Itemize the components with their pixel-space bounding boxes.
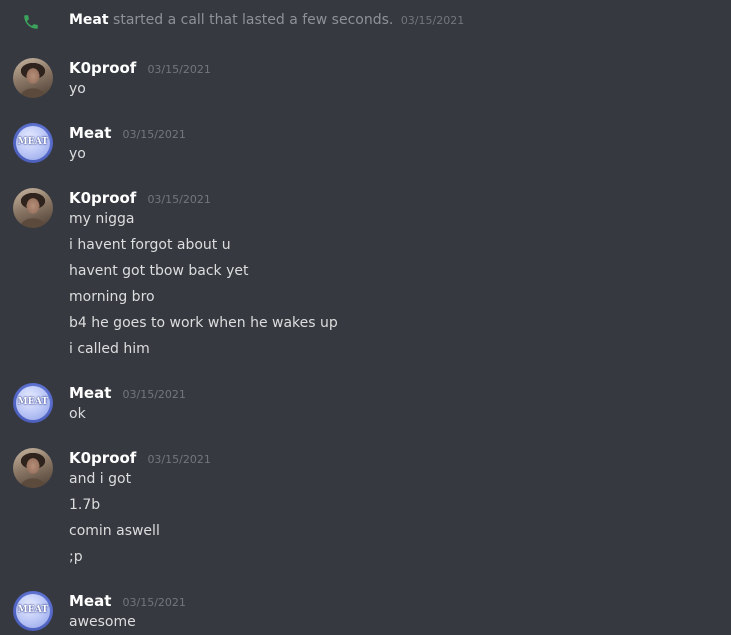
username[interactable]: K0proof <box>69 189 136 207</box>
message-timestamp: 03/15/2021 <box>122 128 186 141</box>
message-line: 1.7b <box>69 497 101 513</box>
avatar[interactable]: MEAT <box>13 591 53 631</box>
message-timestamp: 03/15/2021 <box>147 453 211 466</box>
message-content: and i got 1.7b comin aswell ;p <box>69 470 160 566</box>
call-system-text: Meat started a call that lasted a few se… <box>69 12 464 28</box>
message-line: my nigga <box>69 211 135 227</box>
avatar-text: MEAT <box>17 137 49 147</box>
message-line: comin aswell <box>69 523 160 539</box>
username[interactable]: K0proof <box>69 449 136 467</box>
message-line: ok <box>69 406 86 422</box>
username[interactable]: Meat <box>69 124 111 142</box>
message-line: and i got <box>69 471 132 487</box>
message-header: K0proof 03/15/2021 <box>69 448 211 468</box>
avatar-text: MEAT <box>17 605 49 615</box>
chat-messages: Meat started a call that lasted a few se… <box>0 0 731 635</box>
avatar-text: MEAT <box>17 397 49 407</box>
message-header: K0proof 03/15/2021 <box>69 58 211 78</box>
message-content: awesome <box>69 613 136 631</box>
message-content: yo <box>69 80 86 98</box>
avatar[interactable]: MEAT <box>13 123 53 163</box>
username[interactable]: Meat <box>69 384 111 402</box>
message-line: b4 he goes to work when he wakes up <box>69 315 338 331</box>
message-header: Meat 03/15/2021 <box>69 123 186 143</box>
avatar[interactable] <box>13 448 53 488</box>
message-line: morning bro <box>69 289 155 305</box>
avatar[interactable]: MEAT <box>13 383 53 423</box>
message-content: my nigga i havent forgot about u havent … <box>69 210 338 358</box>
message-timestamp: 03/15/2021 <box>147 193 211 206</box>
avatar[interactable] <box>13 188 53 228</box>
message-timestamp: 03/15/2021 <box>122 388 186 401</box>
message-header: K0proof 03/15/2021 <box>69 188 211 208</box>
message-timestamp: 03/15/2021 <box>147 63 211 76</box>
message-timestamp: 03/15/2021 <box>122 596 186 609</box>
message-header: Meat 03/15/2021 <box>69 591 186 611</box>
message-line: i havent forgot about u <box>69 237 231 253</box>
message-header: Meat 03/15/2021 <box>69 383 186 403</box>
message-content: ok <box>69 405 86 423</box>
message-content: yo <box>69 145 86 163</box>
message-line: havent got tbow back yet <box>69 263 249 279</box>
call-system-message: Meat started a call that lasted a few se… <box>0 10 731 34</box>
message-line: ;p <box>69 549 83 565</box>
call-timestamp: 03/15/2021 <box>400 14 465 27</box>
username[interactable]: Meat <box>69 592 111 610</box>
avatar[interactable] <box>13 58 53 98</box>
message-line: yo <box>69 81 86 97</box>
call-author[interactable]: Meat <box>69 12 109 28</box>
message-line: awesome <box>69 614 136 630</box>
message-line: yo <box>69 146 86 162</box>
call-description: started a call that lasted a few seconds… <box>113 12 394 28</box>
phone-icon <box>22 13 40 31</box>
username[interactable]: K0proof <box>69 59 136 77</box>
message-line: i called him <box>69 341 150 357</box>
